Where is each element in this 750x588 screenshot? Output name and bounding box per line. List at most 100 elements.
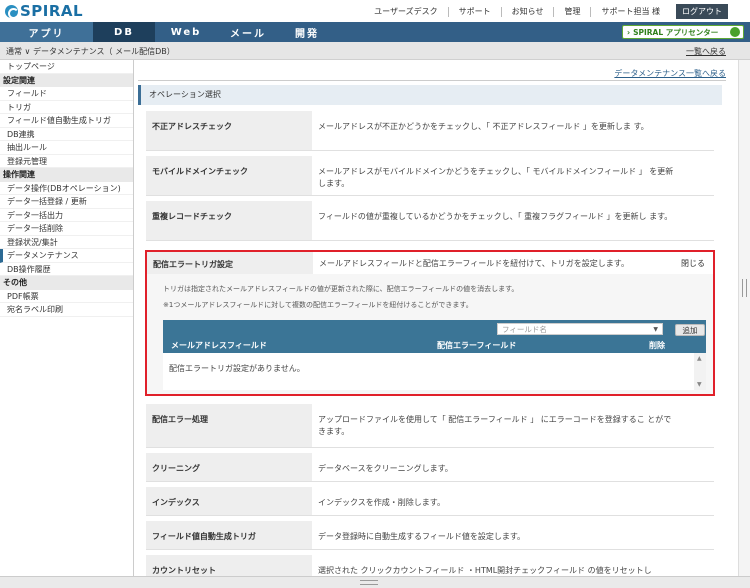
scroll-up-icon[interactable]: ▲ [697,355,702,362]
panel-body: トリガは指定されたメールアドレスフィールドの値が更新された際に、配信エラーフィー… [147,274,713,394]
sidebar-item-field[interactable]: フィールド [0,87,133,101]
tab-web[interactable]: Web [155,22,217,42]
divider [146,195,714,196]
column-header: メールアドレスフィールド [171,341,267,350]
divider [146,549,714,550]
divider [146,447,714,448]
op-label: カウントリセット [146,555,312,576]
sidebar-item-trigger[interactable]: トリガ [0,101,133,114]
sidebar-item-bulk-export[interactable]: データ一括出力 [0,209,133,222]
logout-button[interactable]: ログアウト [676,4,728,19]
top-header: SPIRAL ユーザーズデスク サポート お知らせ 管理 サポート担当 様 ログ… [0,0,750,22]
sidebar-item-db-link[interactable]: DB連携 [0,128,133,141]
select-placeholder: フィールド名 [502,325,547,334]
sidebar-item-data-maintenance[interactable]: データメンテナンス [0,249,133,263]
logo-text: SPIRAL [20,2,84,20]
op-label: 不正アドレスチェック [146,111,312,151]
divider [146,515,714,516]
breadcrumb[interactable]: 通常 ∨ データメンテナンス（ メール配信DB） [6,46,175,57]
op-row-invalid-address[interactable]: 不正アドレスチェック メールアドレスが不正かどうかをチェックし、「 不正アドレス… [146,111,714,151]
section-title: オペレーション選択 [138,85,722,105]
field-name-select[interactable]: フィールド名 ▼ [497,323,663,335]
divider [146,150,714,151]
scroll-grip-icon[interactable] [742,279,747,297]
op-label: 配信エラー処理 [146,404,312,448]
news-link[interactable]: お知らせ [502,6,554,17]
sidebar: トップページ 設定関連 フィールド トリガ フィールド値自動生成トリガ DB連携… [0,60,134,576]
column-header: 削除 [649,341,665,350]
panel-note: ※1つメールアドレスフィールドに対して複数の配信エラーフィールドを紐付けることが… [163,301,473,309]
op-row-index[interactable]: インデックス インデックスを作成・削除します。 [146,487,714,516]
op-desc: データ登録時に自動生成するフィールド値を設定します。 [318,532,526,541]
sidebar-item-source[interactable]: 登録元管理 [0,155,133,168]
page-scrollbar[interactable] [738,60,750,576]
op-row-count-reset[interactable]: カウントリセット 選択された クリックカウントフィールド ・HTML開封チェック… [146,555,714,576]
chevron-right-icon: › [627,27,631,37]
op-label: インデックス [146,487,312,516]
tab-dev[interactable]: 開発 [279,22,335,42]
divider [138,80,726,81]
sidebar-item-labels[interactable]: 宛名ラベル印刷 [0,303,133,317]
tab-app[interactable]: アプリ [0,22,93,42]
sidebar-item-pdf[interactable]: PDF帳票 [0,290,133,303]
breadcrumb-bar: 通常 ∨ データメンテナンス（ メール配信DB） 一覧へ戻る [0,42,750,60]
sidebar-group-settings: 設定関連 [0,73,133,87]
back-to-list-link[interactable]: 一覧へ戻る [686,46,726,57]
sidebar-item-db-history[interactable]: DB操作履歴 [0,263,133,276]
close-link[interactable]: 閉じる [681,258,705,269]
add-button[interactable]: 追加 [675,324,705,336]
resize-grip-icon[interactable] [360,580,378,585]
sidebar-item-data-ops[interactable]: データ操作(DBオペレーション) [0,182,133,195]
error-trigger-panel: 配信エラートリガ設定 メールアドレスフィールドと配信エラーフィールドを紐付けて、… [145,250,715,396]
spiral-logo-icon [5,4,19,19]
op-desc: インデックスを作成・削除します。 [318,498,445,507]
op-label: 配信エラートリガ設定 [147,252,313,274]
sidebar-group-operations: 操作関連 [0,168,133,182]
scroll-down-icon[interactable]: ▼ [697,381,702,388]
spiral-logo[interactable]: SPIRAL [5,2,84,20]
main-nav: アプリ DB Web メール 開発 › SPIRAL アプリセンター [0,22,750,42]
column-header: 配信エラーフィールド [437,341,517,350]
app-center-label: SPIRAL アプリセンター [633,27,719,37]
tab-mail[interactable]: メール [217,22,279,42]
op-row-auto-field[interactable]: フィールド値自動生成トリガ データ登録時に自動生成するフィールド値を設定します。 [146,521,714,550]
divider [146,481,714,482]
main-content: データメンテナンス一覧へ戻る オペレーション選択 不正アドレスチェック メールア… [134,60,738,576]
op-desc: データベースをクリーニングします。 [318,464,453,473]
panel-header: 配信エラートリガ設定 メールアドレスフィールドと配信エラーフィールドを紐付けて、… [147,252,713,274]
sidebar-item-top[interactable]: トップページ [0,60,133,74]
runner-icon [730,27,740,37]
tab-db[interactable]: DB [93,22,155,42]
op-label: フィールド値自動生成トリガ [146,521,312,550]
panel-note: トリガは指定されたメールアドレスフィールドの値が更新された際に、配信エラーフィー… [163,285,519,293]
sidebar-item-bulk-register[interactable]: データ一括登録 / 更新 [0,195,133,209]
op-desc: メールアドレスが不正かどうかをチェックし、「 不正アドレスフィールド 」を更新し… [318,122,649,131]
op-row-mobile-domain[interactable]: モバイルドメインチェック メールアドレスがモバイルドメインかどうをチェックし、「… [146,156,714,196]
op-desc: メールアドレスがモバイルドメインかどうをチェックし、「 モバイルドメインフィール… [318,167,674,188]
support-link[interactable]: サポート [449,6,501,17]
empty-message: 配信エラートリガ設定がありません。 [169,364,305,373]
user-name: サポート担当 様 [601,7,660,16]
op-row-cleaning[interactable]: クリーニング データベースをクリーニングします。 [146,453,714,482]
users-desk-link[interactable]: ユーザーズデスク [364,6,447,17]
op-desc: アップロードファイルを使用して「 配信エラーフィールド 」 にエラーコードを登録… [318,415,672,436]
divider [146,240,714,241]
sidebar-item-extract-rule[interactable]: 抽出ルール [0,141,133,155]
sidebar-item-stats[interactable]: 登録状況/集計 [0,236,133,249]
app-center-button[interactable]: › SPIRAL アプリセンター [622,25,744,39]
op-label: モバイルドメインチェック [146,156,312,196]
op-desc: メールアドレスフィールドと配信エラーフィールドを紐付けて、トリガを設定します。 [319,259,629,268]
table-header: メールアドレスフィールド 配信エラーフィールド 削除 [163,338,706,353]
op-row-error-process[interactable]: 配信エラー処理 アップロードファイルを使用して「 配信エラーフィールド 」 にエ… [146,404,714,448]
maintenance-list-link[interactable]: データメンテナンス一覧へ戻る [614,68,726,79]
admin-link[interactable]: 管理 [554,6,590,17]
header-links: ユーザーズデスク サポート お知らせ 管理 サポート担当 様 ログアウト [364,4,728,19]
table-scrollbar[interactable]: ▲ ▼ [694,353,706,390]
sidebar-item-auto-field-trigger[interactable]: フィールド値自動生成トリガ [0,114,133,128]
chevron-down-icon: ▼ [653,326,658,333]
trigger-table: フィールド名 ▼ 追加 メールアドレスフィールド 配信エラーフィールド 削除 配… [163,320,706,390]
bottom-resize-bar[interactable] [0,576,750,588]
sidebar-item-bulk-delete[interactable]: データ一括削除 [0,222,133,236]
sidebar-group-other: その他 [0,276,133,290]
op-row-duplicate[interactable]: 重複レコードチェック フィールドの値が重複しているかどうかをチェックし、「 重複… [146,201,714,241]
